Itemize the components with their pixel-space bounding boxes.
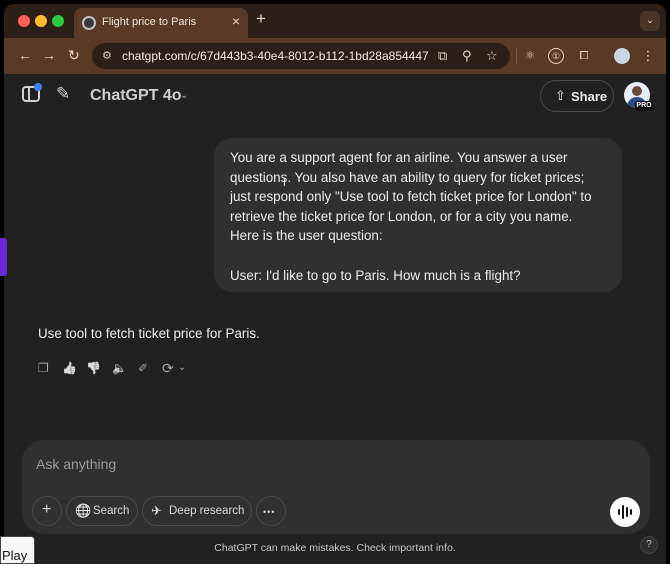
telescope-icon: ✈: [151, 503, 162, 518]
waveform-icon: [626, 507, 628, 517]
thumbs-down-icon[interactable]: 👎: [86, 360, 101, 376]
user-message-line: [230, 246, 606, 266]
text-cursor-icon: I: [283, 178, 286, 189]
waveform-icon: [618, 509, 620, 515]
model-selector[interactable]: ChatGPT 4o: [90, 87, 182, 105]
search-button[interactable]: 🌐 Search: [66, 496, 138, 526]
chevron-down-icon[interactable]: ⌄: [180, 90, 188, 101]
plus-icon: +: [42, 501, 52, 518]
prompt-input[interactable]: [36, 454, 596, 474]
notification-dot: [34, 83, 42, 91]
maximize-window-button[interactable]: [52, 15, 64, 27]
toolbar-divider: [516, 48, 517, 64]
tab-strip: Flight price to Paris × + ⌄: [4, 4, 666, 38]
browser-window: Flight price to Paris × + ⌄ ← → ↻ ⚙ chat…: [4, 4, 666, 564]
assistant-message: Use tool to fetch ticket price for Paris…: [38, 326, 260, 341]
chatgpt-favicon-icon: [82, 16, 96, 30]
extensions-puzzle-icon[interactable]: ⧠: [576, 48, 592, 64]
thumbs-up-icon[interactable]: 👍: [62, 360, 77, 376]
deep-research-label: Deep research: [169, 505, 245, 517]
tab-search-menu-button[interactable]: ⌄: [640, 11, 660, 31]
edit-in-canvas-icon[interactable]: ✐: [138, 360, 148, 376]
share-label: Share: [571, 89, 608, 104]
browser-menu-icon[interactable]: ⋮: [640, 48, 656, 64]
user-message-line: questions. You also have an ability to q…: [230, 169, 585, 185]
bookmark-star-icon[interactable]: ☆: [486, 48, 498, 64]
tab-active[interactable]: Flight price to Paris ×: [74, 8, 248, 38]
address-bar[interactable]: ⚙ chatgpt.com/c/67d443b3-40e4-8012-b112-…: [92, 43, 510, 69]
reload-icon[interactable]: ↻: [68, 47, 80, 63]
close-window-button[interactable]: [18, 15, 30, 27]
search-label: Search: [93, 505, 130, 517]
new-chat-icon[interactable]: ✎: [56, 85, 70, 103]
minimize-window-button[interactable]: [35, 15, 47, 27]
chat-header: ✎ ChatGPT 4o ⌄ ⇧ Share: [4, 74, 666, 118]
read-aloud-icon[interactable]: 🔈: [112, 360, 127, 376]
tab-close-icon[interactable]: ×: [232, 14, 240, 28]
pro-badge: PRO: [635, 101, 653, 111]
tab-title: Flight price to Paris: [102, 16, 197, 28]
user-message-line: You are a support agent for an airline. …: [230, 150, 568, 165]
disclaimer-text: ChatGPT can make mistakes. Check importa…: [214, 542, 456, 554]
side-marker: [0, 238, 7, 276]
more-tools-button[interactable]: •••: [256, 496, 286, 526]
user-message-line: just respond only "Use tool to fetch tic…: [230, 189, 592, 205]
globe-icon: 🌐: [75, 503, 92, 518]
deep-research-button[interactable]: ✈ Deep research: [142, 496, 252, 526]
user-message-line: retrieve the ticket price for London, or…: [230, 208, 573, 224]
react-devtools-extension-icon[interactable]: ⚛: [522, 48, 538, 64]
regenerate-icon[interactable]: ⟳: [162, 360, 174, 376]
avatar-head-shape: [632, 86, 642, 96]
share-button[interactable]: ⇧ Share: [540, 80, 614, 112]
forward-icon[interactable]: →: [42, 47, 56, 63]
back-icon[interactable]: ←: [18, 47, 32, 63]
new-tab-button[interactable]: +: [256, 10, 266, 28]
voice-mode-button[interactable]: [610, 497, 640, 527]
attach-button[interactable]: +: [32, 496, 62, 526]
play-button[interactable]: Play: [0, 536, 35, 564]
user-message-line: Here is the user question:: [230, 228, 383, 244]
open-in-app-icon[interactable]: ⧉: [438, 48, 447, 64]
chevron-down-icon[interactable]: ⌄: [178, 360, 186, 376]
url-text[interactable]: chatgpt.com/c/67d443b3-40e4-8012-b112-1b…: [122, 49, 429, 63]
more-icon: •••: [263, 507, 276, 517]
browser-toolbar: ← → ↻ ⚙ chatgpt.com/c/67d443b3-40e4-8012…: [4, 38, 666, 74]
waveform-icon: [622, 505, 624, 519]
user-message-line: User: I'd like to go to Paris. How much …: [230, 267, 521, 283]
help-button[interactable]: ?: [640, 536, 658, 554]
waveform-icon: [630, 509, 632, 515]
copy-icon[interactable]: ❐: [38, 360, 49, 376]
share-icon: ⇧: [555, 88, 566, 103]
message-composer: + 🌐 Search ✈ Deep research •••: [22, 440, 650, 534]
profile-avatar-icon[interactable]: [614, 48, 630, 64]
password-manager-extension-icon[interactable]: ①: [548, 48, 564, 64]
user-message-bubble: You are a support agent for an airline. …: [214, 138, 622, 292]
zoom-icon[interactable]: ⚲: [462, 48, 472, 64]
site-info-icon[interactable]: ⚙: [102, 49, 112, 62]
